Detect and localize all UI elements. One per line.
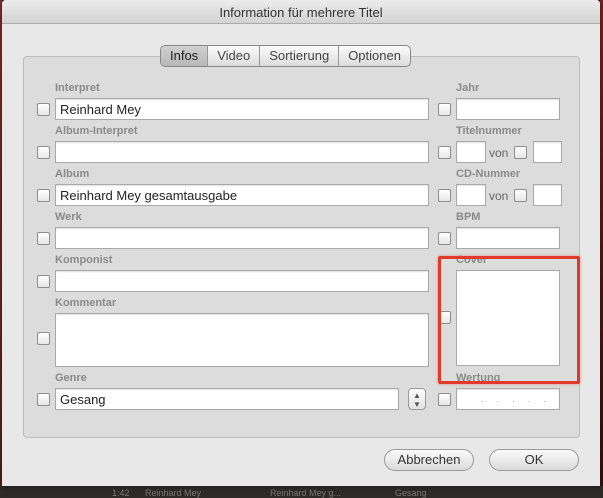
tab-infos[interactable]: Infos	[161, 46, 208, 66]
interpret-field[interactable]: Reinhard Mey	[55, 98, 429, 120]
cd-nummer-label: CD-Nummer	[456, 168, 521, 180]
rating-dots: · · · · ·	[481, 396, 551, 406]
werk-checkbox[interactable]	[37, 232, 50, 245]
ok-button[interactable]: OK	[489, 449, 579, 471]
bg-song-album: Reinhard Mey g...	[270, 488, 342, 498]
album-label: Album	[55, 168, 90, 180]
titelnummer-checkbox[interactable]	[438, 146, 451, 159]
chevron-up-icon: ▲	[413, 391, 421, 400]
interpret-label: Interpret	[55, 82, 100, 94]
genre-field[interactable]: Gesang	[55, 388, 399, 410]
komponist-checkbox[interactable]	[37, 275, 50, 288]
album-interpret-field[interactable]	[55, 141, 429, 163]
komponist-field[interactable]	[55, 270, 429, 292]
bpm-field[interactable]	[456, 227, 560, 249]
jahr-field[interactable]	[456, 98, 560, 120]
cd-nummer-von-field[interactable]	[533, 184, 562, 206]
genre-checkbox[interactable]	[37, 393, 50, 406]
werk-label: Werk	[55, 211, 82, 223]
background-song-list: 1:42 Reinhard Mey Reinhard Mey g... Gesa…	[0, 486, 603, 498]
chevron-down-icon: ▼	[413, 400, 421, 409]
komponist-label: Komponist	[55, 254, 113, 266]
tab-sortierung[interactable]: Sortierung	[259, 46, 338, 66]
cover-highlight-annotation	[438, 256, 580, 384]
cd-nummer-checkbox[interactable]	[438, 189, 451, 202]
jahr-label: Jahr	[456, 82, 480, 94]
bpm-label: BPM	[456, 211, 481, 223]
titelnummer-von-field[interactable]	[533, 141, 562, 163]
werk-field[interactable]	[55, 227, 429, 249]
dialog-titlebar[interactable]: Information für mehrere Titel	[2, 0, 600, 24]
album-interpret-label: Album-Interpret	[55, 125, 138, 137]
kommentar-label: Kommentar	[55, 297, 117, 309]
bg-song-time: 1:42	[112, 488, 130, 498]
interpret-checkbox[interactable]	[37, 103, 50, 116]
genre-stepper[interactable]: ▲ ▼	[408, 388, 426, 410]
titelnummer-label: Titelnummer	[456, 125, 522, 137]
album-field[interactable]: Reinhard Mey gesamtausgabe	[55, 184, 429, 206]
cd-nummer-von-checkbox[interactable]	[514, 189, 527, 202]
kommentar-checkbox[interactable]	[37, 332, 50, 345]
titelnummer-field[interactable]	[456, 141, 486, 163]
tab-bar: Infos Video Sortierung Optionen	[160, 45, 411, 67]
wertung-checkbox[interactable]	[438, 393, 451, 406]
bpm-checkbox[interactable]	[438, 232, 451, 245]
cancel-button[interactable]: Abbrechen	[384, 449, 474, 471]
album-checkbox[interactable]	[37, 189, 50, 202]
titelnummer-von-checkbox[interactable]	[514, 146, 527, 159]
album-interpret-checkbox[interactable]	[37, 146, 50, 159]
genre-label: Genre	[55, 372, 87, 384]
info-dialog: Information für mehrere Titel Infos Vide…	[2, 0, 600, 486]
tab-video[interactable]: Video	[207, 46, 259, 66]
tab-optionen[interactable]: Optionen	[338, 46, 410, 66]
wertung-field[interactable]: · · · · ·	[456, 388, 560, 410]
dialog-title: Information für mehrere Titel	[219, 5, 383, 20]
bg-song-artist: Reinhard Mey	[145, 488, 202, 498]
titelnummer-von-label: von	[489, 146, 509, 160]
jahr-checkbox[interactable]	[438, 103, 451, 116]
kommentar-field[interactable]	[55, 313, 429, 367]
cd-nummer-von-label: von	[489, 189, 509, 203]
cd-nummer-field[interactable]	[456, 184, 486, 206]
bg-song-genre: Gesang	[395, 488, 427, 498]
